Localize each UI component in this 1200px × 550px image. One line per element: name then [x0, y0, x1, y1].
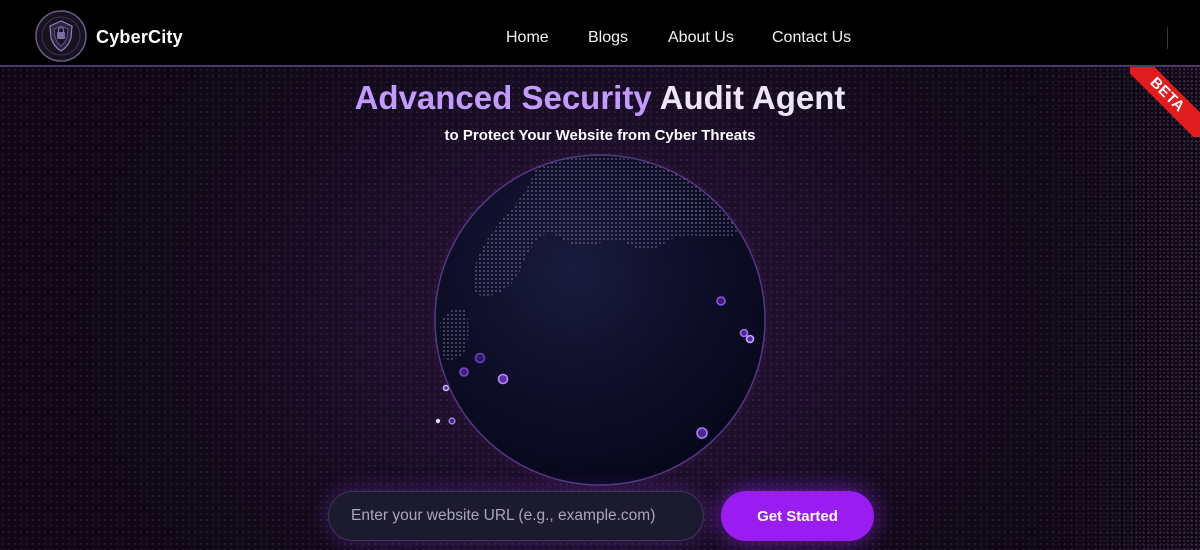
nav-link-blogs[interactable]: Blogs: [588, 29, 628, 47]
hero-title: Advanced Security Audit Agent: [0, 79, 1200, 117]
globe-illustration: [428, 148, 772, 492]
hero-title-accent: Advanced Security: [354, 79, 652, 116]
nav-link-about[interactable]: About Us: [668, 29, 734, 47]
main-nav: Home Blogs About Us Contact Us: [0, 29, 1200, 49]
beta-ribbon: BETA: [1130, 67, 1200, 137]
header-divider: [1167, 27, 1168, 49]
beta-badge: BETA: [1130, 67, 1200, 137]
website-url-input[interactable]: [328, 491, 704, 541]
globe: [428, 148, 772, 493]
hero-title-main: Audit Agent: [659, 79, 846, 116]
hero-subtitle: to Protect Your Website from Cyber Threa…: [444, 127, 756, 144]
nav-link-contact[interactable]: Contact Us: [772, 29, 851, 47]
hero-section: Advanced Security Audit Agent to Protect…: [0, 67, 1200, 550]
nav-link-home[interactable]: Home: [506, 29, 549, 47]
site-header: CyberCity Home Blogs About Us Contact Us: [0, 0, 1200, 67]
get-started-button[interactable]: Get Started: [721, 491, 874, 541]
